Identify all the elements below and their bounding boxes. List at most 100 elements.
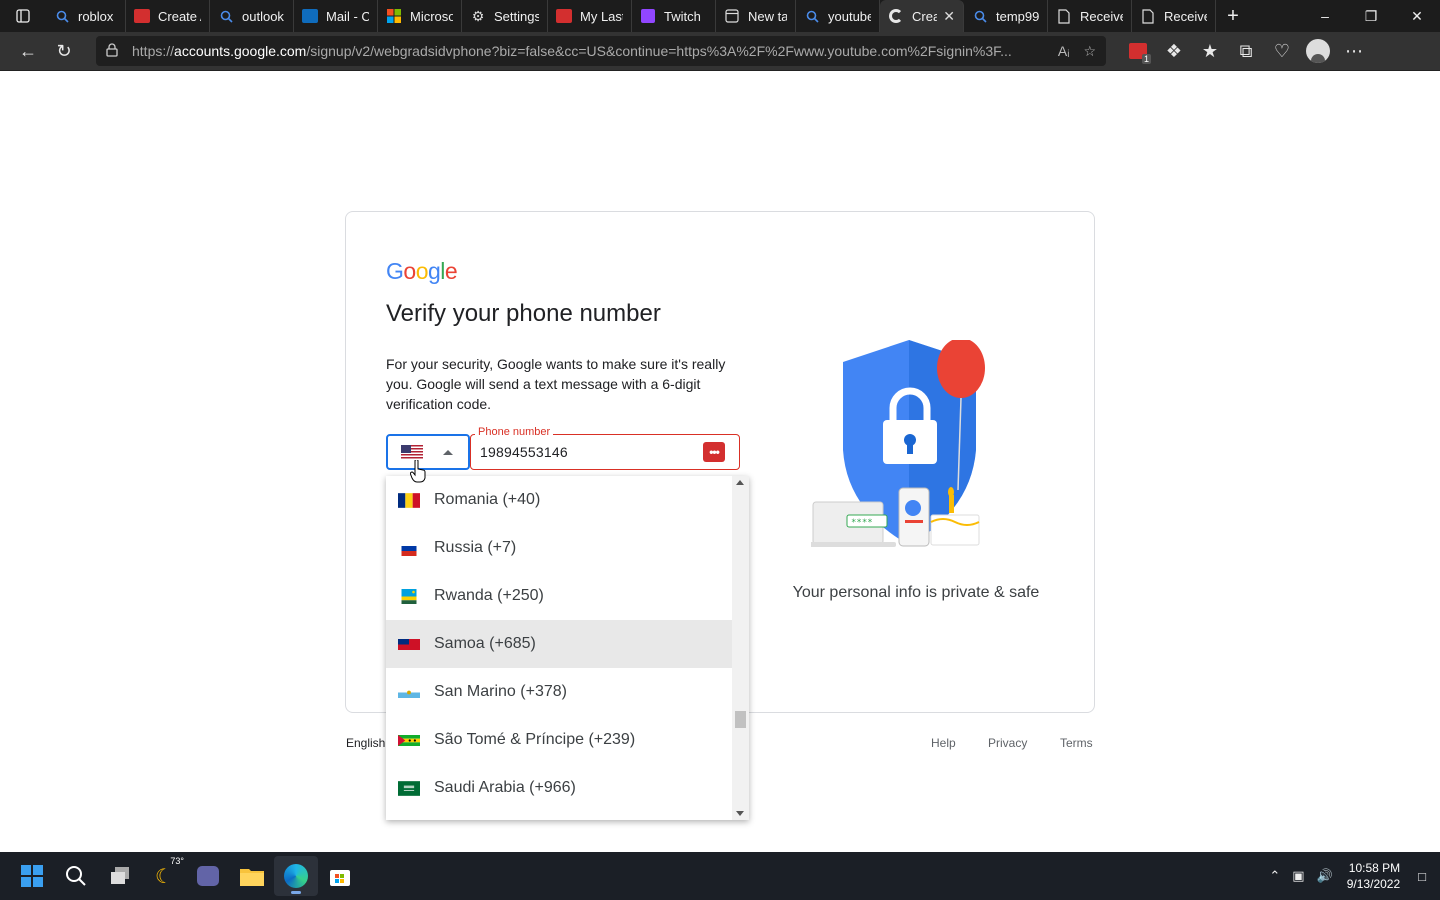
tab-actions-icon[interactable] — [0, 0, 46, 32]
country-code-select[interactable] — [386, 434, 470, 470]
lastpass-extension-icon[interactable]: 1 — [1120, 35, 1156, 67]
tab-bar: roblox - Create A outlook - Mail - Co Micros… — [0, 0, 1440, 32]
phone-number-field[interactable]: Phone number 19894553146 ••• — [470, 426, 740, 470]
chat-icon[interactable] — [186, 856, 230, 896]
search-icon — [218, 8, 234, 24]
rwanda-flag-icon — [398, 588, 420, 604]
country-option-label: Russia (+7) — [434, 539, 517, 556]
browser-essentials-icon[interactable]: ♡ — [1264, 35, 1300, 67]
favorites-icon[interactable]: ★ — [1192, 35, 1228, 67]
country-option-russia[interactable]: Russia (+7) — [386, 524, 732, 572]
page-title: Verify your phone number — [386, 300, 661, 327]
country-option-san-marino[interactable]: San Marino (+378) — [386, 668, 732, 716]
close-tab-icon[interactable]: ✕ — [943, 8, 955, 25]
lastpass-icon — [134, 8, 150, 24]
country-option-romania[interactable]: Romania (+40) — [386, 476, 732, 524]
browser-tab[interactable]: temp99 — [964, 0, 1048, 32]
search-icon — [972, 8, 988, 24]
refresh-icon[interactable]: ↻ — [46, 35, 82, 67]
chevron-up-icon — [443, 449, 453, 455]
close-window-icon[interactable]: ✕ — [1394, 0, 1440, 32]
chevron-up-tray-icon[interactable]: ⌃ — [1269, 868, 1280, 884]
lastpass-field-icon[interactable]: ••• — [703, 442, 725, 462]
read-aloud-icon[interactable]: Aᵢ — [1058, 43, 1070, 59]
romania-flag-icon — [398, 492, 420, 508]
browser-tab[interactable]: youtube — [796, 0, 880, 32]
collections-icon[interactable]: ⧉ — [1228, 35, 1264, 67]
search-icon — [804, 8, 820, 24]
clock[interactable]: 10:58 PM 9/13/2022 — [1347, 860, 1400, 892]
page-icon — [1140, 8, 1156, 24]
weather-temperature: 73° — [170, 856, 184, 866]
russia-flag-icon — [398, 540, 420, 556]
microsoft-store-icon[interactable] — [318, 856, 362, 896]
scroll-up-arrow-icon[interactable] — [736, 480, 744, 485]
privacy-link[interactable]: Privacy — [988, 736, 1027, 750]
country-option-label: São Tomé & Príncipe (+239) — [434, 731, 636, 748]
network-icon[interactable]: ▣ — [1292, 868, 1304, 884]
lock-icon — [106, 42, 122, 60]
browser-tab[interactable]: Mail - Co — [294, 0, 378, 32]
dropdown-scrollbar[interactable] — [732, 476, 749, 820]
tab-label: New tab — [748, 8, 787, 24]
svg-text:****: **** — [851, 518, 873, 528]
country-option-rwanda[interactable]: Rwanda (+250) — [386, 572, 732, 620]
back-icon[interactable]: ← — [10, 35, 46, 67]
us-flag-icon — [401, 444, 423, 460]
browser-tab[interactable]: ⚙ Settings — [462, 0, 548, 32]
browser-tab[interactable]: My LastP — [548, 0, 632, 32]
lastpass-icon — [556, 8, 572, 24]
task-view-icon[interactable] — [98, 856, 142, 896]
country-option-label: Samoa (+685) — [434, 635, 536, 652]
terms-link[interactable]: Terms — [1060, 736, 1093, 750]
edge-browser-icon[interactable] — [274, 856, 318, 896]
extensions-icon[interactable]: ❖ — [1156, 35, 1192, 67]
tab-label: Receive — [1164, 8, 1207, 24]
browser-tab[interactable]: roblox - — [46, 0, 126, 32]
country-option-saudi-arabia[interactable]: Saudi Arabia (+966) — [386, 764, 732, 812]
new-tab-button[interactable]: + — [1216, 0, 1250, 32]
browser-tab[interactable]: Crea ✕ — [880, 0, 964, 32]
windows-start-icon[interactable] — [10, 856, 54, 896]
file-explorer-icon[interactable] — [230, 856, 274, 896]
google-logo: Google — [386, 258, 458, 284]
tab-label: Create A — [158, 8, 201, 24]
country-option-samoa[interactable]: Samoa (+685) — [386, 620, 732, 668]
help-link[interactable]: Help — [931, 736, 956, 750]
country-option-sao-tome[interactable]: São Tomé & Príncipe (+239) — [386, 716, 732, 764]
scroll-thumb[interactable] — [735, 711, 746, 728]
security-shield-illustration: **** — [811, 340, 985, 547]
extension-badge: 1 — [1141, 54, 1151, 64]
country-dropdown-list[interactable]: Romania (+40) Russia (+7) Rwanda (+250) Sam… — [386, 476, 749, 820]
saudi-arabia-flag-icon — [398, 780, 420, 796]
browser-tab[interactable]: Twitch — [632, 0, 716, 32]
browser-tab[interactable]: Receive — [1048, 0, 1132, 32]
newtab-icon — [724, 8, 740, 24]
privacy-caption: Your personal info is private & safe — [792, 584, 1040, 601]
phone-number-value: 19894553146 — [480, 444, 568, 460]
browser-tab[interactable]: Create A — [126, 0, 210, 32]
weather-icon[interactable]: ☾ 73° — [142, 856, 186, 896]
clock-time: 10:58 PM — [1348, 861, 1401, 875]
browser-toolbar: ← ↻ https://accounts.google.com/signup/v… — [0, 32, 1440, 71]
add-favorite-icon[interactable]: ☆ — [1083, 43, 1096, 60]
profile-avatar[interactable] — [1300, 35, 1336, 67]
clock-date: 9/13/2022 — [1346, 877, 1401, 891]
tab-label: Twitch — [664, 8, 701, 24]
browser-tab[interactable]: New tab — [716, 0, 796, 32]
minimize-icon[interactable]: – — [1302, 0, 1348, 32]
volume-icon[interactable]: 🔊 — [1317, 868, 1333, 884]
address-bar[interactable]: https://accounts.google.com/signup/v2/we… — [96, 36, 1106, 66]
language-selector[interactable]: English — [346, 736, 385, 750]
browser-tab[interactable]: Microsof — [378, 0, 462, 32]
browser-tab[interactable]: outlook - — [210, 0, 294, 32]
notification-icon[interactable]: □ — [1418, 869, 1426, 884]
more-menu-icon[interactable]: ⋯ — [1336, 35, 1372, 67]
tab-label: Settings — [494, 8, 539, 24]
scroll-down-arrow-icon[interactable] — [736, 811, 744, 816]
restore-icon[interactable]: ❐ — [1348, 0, 1394, 32]
browser-tab[interactable]: Receive — [1132, 0, 1216, 32]
search-icon[interactable] — [54, 856, 98, 896]
search-icon — [54, 8, 70, 24]
tab-label: roblox - — [78, 8, 117, 24]
